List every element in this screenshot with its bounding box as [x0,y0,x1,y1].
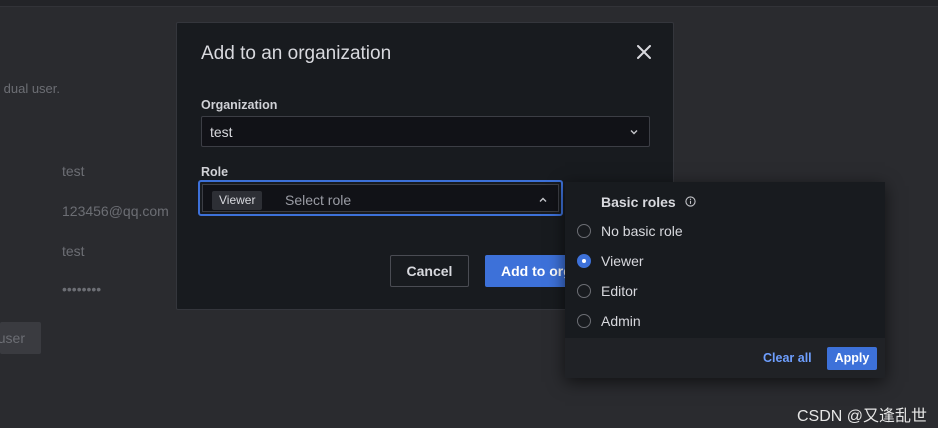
role-label: Role [201,165,229,179]
radio-button[interactable] [577,224,591,238]
basic-roles-header: Basic roles [601,194,676,210]
user-password-value: •••••••• [62,281,102,297]
page-subtitle: dual user. [0,81,60,96]
user-login-value: test [62,163,85,179]
background-user-button-label: user [0,330,25,346]
chevron-up-icon [539,197,547,202]
role-select[interactable]: Viewer Select role [198,180,563,216]
organization-select[interactable]: test [201,116,650,147]
close-button[interactable] [633,41,655,63]
clear-all-button[interactable]: Clear all [763,351,812,365]
watermark: CSDN @又逢乱世 [797,408,928,425]
organization-label: Organization [201,98,278,112]
info-circle-icon[interactable] [685,196,696,207]
role-option-label: Editor [601,283,638,299]
user-name-value: test [62,243,85,259]
radio-button-checked[interactable] [577,254,591,268]
apply-button[interactable]: Apply [827,347,877,370]
user-email-value: 123456@qq.com [62,203,169,219]
role-option-no-basic-role[interactable]: No basic role [577,220,857,244]
modal-title: Add to an organization [201,43,392,64]
role-option-editor[interactable]: Editor [577,280,857,304]
role-option-viewer[interactable]: Viewer [577,250,857,274]
add-to-organization-button[interactable]: Add to organization [485,255,571,287]
role-chip: Viewer [212,191,263,210]
role-option-label: Admin [601,313,641,329]
radio-button[interactable] [577,284,591,298]
cancel-button[interactable]: Cancel [390,255,469,287]
role-picker-dropdown: Basic roles No basic role Viewer Editor … [565,182,885,378]
page-top-bar [0,0,938,7]
close-icon [637,45,651,59]
role-placeholder: Select role [285,192,352,208]
radio-button[interactable] [577,314,591,328]
page-subtitle-text: dual user. [3,81,60,96]
role-option-label: No basic role [601,223,683,239]
dropdown-footer: Clear all Apply [565,338,885,378]
role-option-admin[interactable]: Admin [577,310,857,334]
role-option-label: Viewer [601,253,644,269]
background-user-button[interactable]: user [0,322,41,354]
chevron-down-icon [630,130,638,135]
organization-value: test [210,124,233,140]
